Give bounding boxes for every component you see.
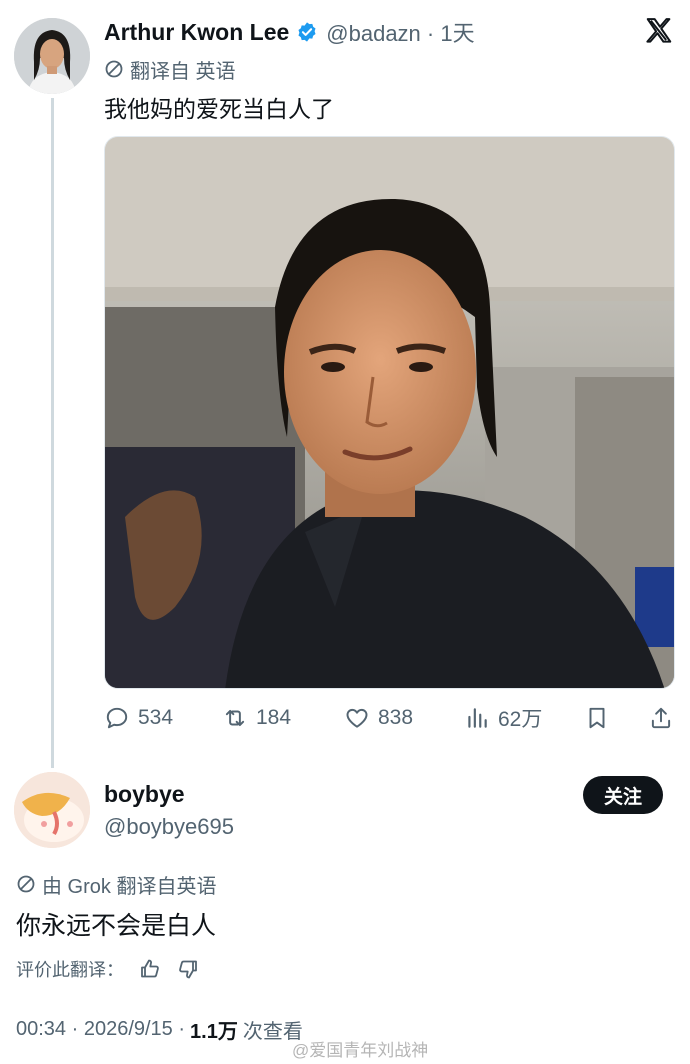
retweet-button[interactable]: 184	[222, 705, 291, 731]
analytics-icon	[468, 708, 487, 728]
author-name[interactable]: Arthur Kwon Lee	[104, 19, 289, 46]
tweet-photo[interactable]	[104, 136, 675, 689]
bookmark-button[interactable]	[584, 705, 618, 731]
rate-translation-label: 评价此翻译：	[16, 960, 124, 980]
bookmark-icon	[589, 707, 605, 729]
reply-author-name[interactable]: boybye	[104, 781, 185, 808]
author-avatar[interactable]	[14, 18, 90, 94]
translation-label-text: 翻译自 英语	[130, 60, 236, 83]
author-handle-time[interactable]: @badazn · 1天	[326, 16, 474, 48]
like-button[interactable]: 838	[344, 705, 413, 731]
watermark: @爱国青年刘战神	[292, 1041, 429, 1060]
thread-line	[51, 98, 54, 768]
reply-translation-label-text: 由 Grok 翻译自英语	[42, 875, 217, 898]
follow-button[interactable]: 关注	[583, 776, 663, 814]
retweet-icon	[225, 709, 245, 727]
views-button[interactable]: 62万	[464, 703, 542, 733]
rate-translation-row: 评价此翻译：	[16, 955, 200, 983]
heart-icon	[346, 708, 368, 728]
verified-badge-icon	[298, 22, 316, 42]
views-count: 62万	[498, 708, 543, 731]
x-logo-icon[interactable]	[644, 16, 674, 46]
tweet-view-count: 1.1万	[190, 1020, 238, 1043]
reply-button[interactable]: 534	[104, 705, 173, 731]
tweet-timestamp[interactable]: 00:34 · 2026/9/15 ·	[16, 1018, 185, 1041]
reply-author-avatar[interactable]	[14, 772, 90, 848]
thumbs-down-icon[interactable]	[176, 957, 200, 981]
reply-translation-label: 由 Grok 翻译自英语	[16, 871, 217, 898]
tweet-header: Arthur Kwon Lee @badazn · 1天	[104, 16, 475, 48]
share-button[interactable]	[648, 705, 682, 731]
share-icon	[651, 707, 671, 729]
translate-icon	[17, 875, 35, 893]
translate-icon	[105, 60, 123, 78]
retweet-count: 184	[256, 706, 292, 729]
translation-label: 翻译自 英语	[104, 56, 236, 83]
tweet-meta: 00:34 · 2026/9/15 · 1.1万 次查看	[16, 1015, 303, 1043]
reply-text: 你永远不会是白人	[16, 912, 217, 940]
reply-author-handle[interactable]: @boybye695	[104, 814, 234, 840]
thumbs-up-icon[interactable]	[138, 957, 162, 981]
reply-icon	[106, 707, 128, 729]
like-count: 838	[378, 706, 414, 729]
reply-count: 534	[138, 706, 174, 729]
tweet-text: 我他妈的爱死当白人了	[104, 96, 334, 122]
tweet-actions: 534 184 838 62万	[104, 702, 676, 734]
